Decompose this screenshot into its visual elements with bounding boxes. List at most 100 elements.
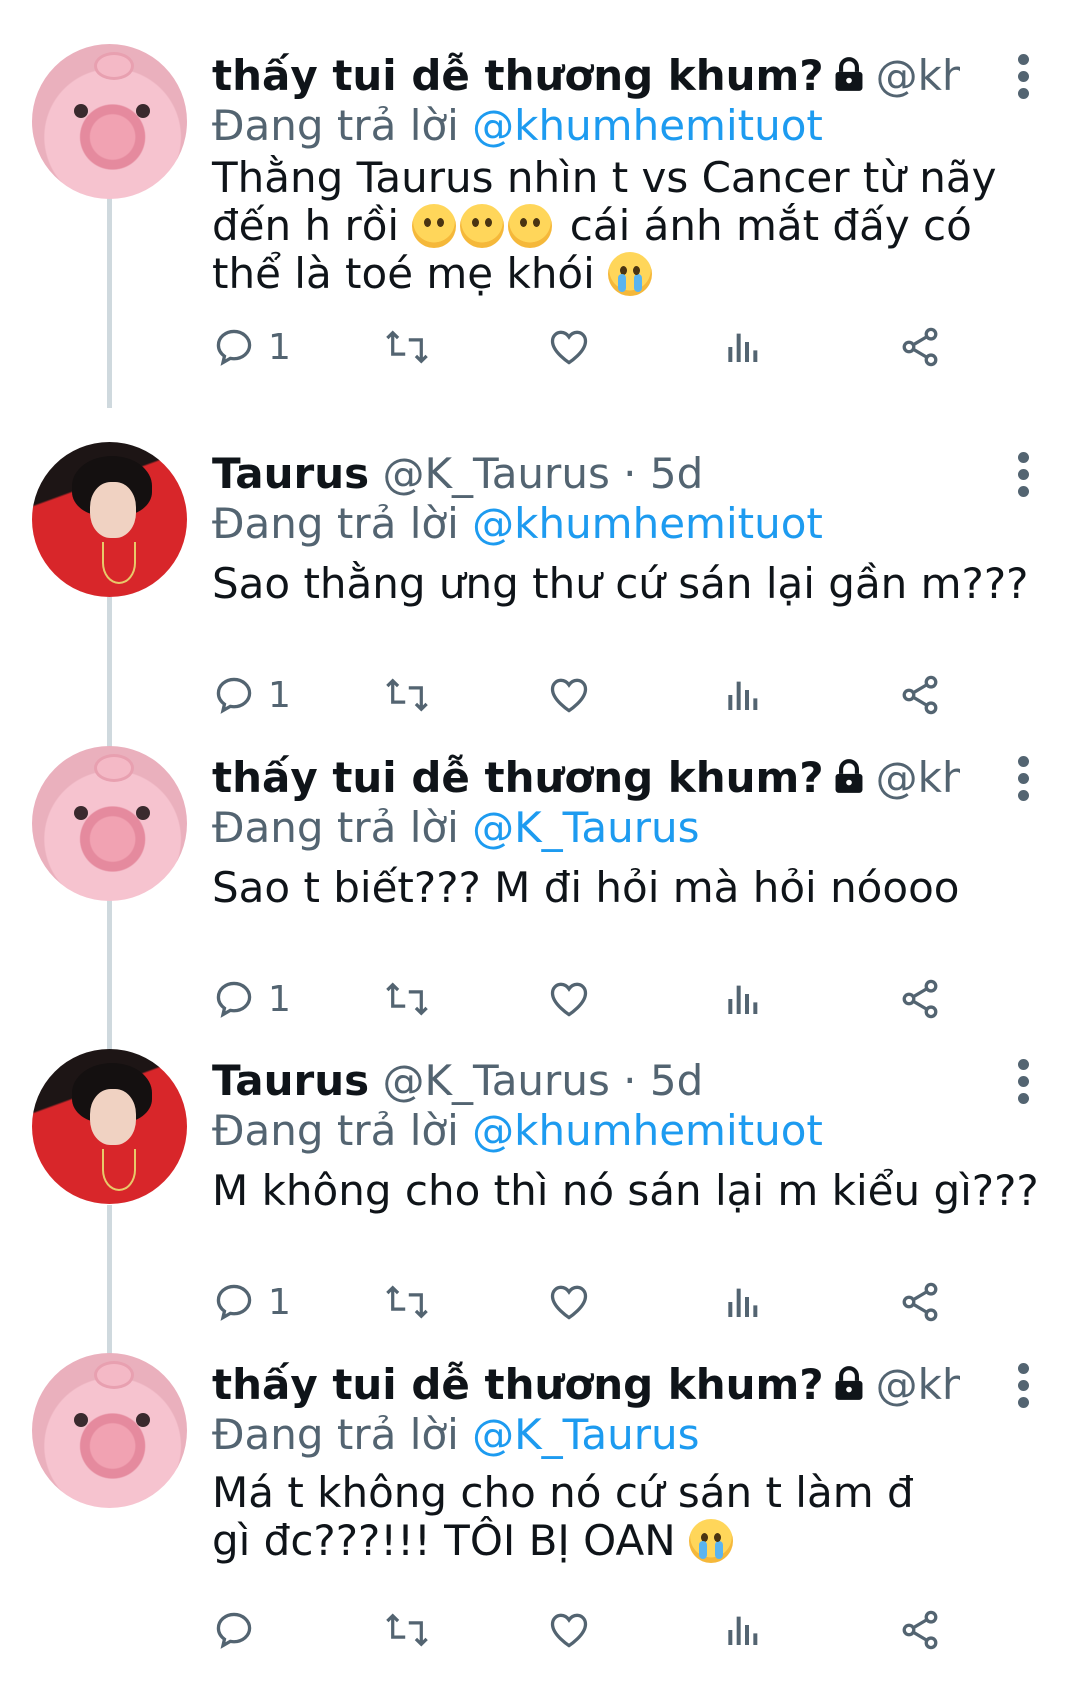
reply-icon — [216, 981, 252, 1018]
display-name[interactable]: Taurus — [212, 449, 369, 498]
handle[interactable]: @khu··· — [876, 51, 960, 100]
display-name[interactable]: Taurus — [212, 1056, 369, 1105]
replying-to: Đang trả lời @khumhemituot — [212, 101, 823, 150]
heart-icon — [550, 330, 588, 365]
tweet-text: Má t không cho nó cứ sán t làm đ gì đc??… — [212, 1468, 914, 1565]
reply-button[interactable]: 1 — [212, 974, 291, 1024]
retweet-icon — [386, 1613, 428, 1647]
share-icon — [902, 1610, 938, 1650]
retweet-icon — [386, 330, 428, 364]
tweet[interactable]: Taurus @K_Taurus · 5d Đang trả lời @khum… — [0, 1049, 1080, 1349]
reply-button[interactable]: 1 — [212, 1277, 291, 1327]
retweet-icon — [386, 678, 428, 712]
heart-icon — [550, 982, 588, 1017]
share-button[interactable] — [898, 322, 942, 372]
mention-link[interactable]: @K_Taurus — [472, 803, 699, 852]
reply-count: 1 — [268, 978, 291, 1020]
retweet-button[interactable] — [382, 322, 432, 372]
tweet-header: thấy tui dễ thương khum? @khu··· — [212, 1359, 960, 1415]
replying-to: Đang trả lời @khumhemituot — [212, 499, 823, 548]
share-button[interactable] — [898, 1277, 942, 1327]
heart-icon — [550, 678, 588, 713]
reply-icon — [216, 677, 252, 714]
views-button[interactable] — [722, 322, 762, 372]
reply-count: 1 — [268, 1281, 291, 1323]
share-icon — [902, 1282, 938, 1322]
views-icon — [728, 333, 758, 362]
views-button[interactable] — [722, 1277, 762, 1327]
more-options-icon[interactable] — [1016, 1059, 1030, 1105]
tweet[interactable]: thấy tui dễ thương khum? @khu··· Đang trả… — [0, 746, 1080, 1046]
lock-icon — [830, 1363, 868, 1415]
retweet-button[interactable] — [382, 974, 432, 1024]
display-name[interactable]: thấy tui dễ thương khum? — [212, 1360, 824, 1409]
views-button[interactable] — [722, 1605, 762, 1655]
tweet-text: Sao t biết??? M đi hỏi mà hỏi nóooo — [212, 863, 960, 912]
tweet-text: Sao thằng ưng thư cứ sán lại gần m??? — [212, 559, 1029, 608]
views-icon — [728, 985, 758, 1014]
more-options-icon[interactable] — [1016, 452, 1030, 498]
crying-face-emoji — [689, 1519, 733, 1563]
handle[interactable]: @K_Taurus · 5d — [382, 1056, 703, 1105]
tweet[interactable]: Taurus @K_Taurus · 5d Đang trả lời @khum… — [0, 442, 1080, 742]
mention-link[interactable]: @K_Taurus — [472, 1410, 699, 1459]
handle[interactable]: @khu··· — [876, 753, 960, 802]
like-button[interactable] — [546, 670, 592, 720]
mention-link[interactable]: @khumhemituot — [472, 1106, 823, 1155]
crying-face-emoji — [608, 252, 653, 296]
tweet-header: Taurus @K_Taurus · 5d — [212, 448, 960, 500]
display-name[interactable]: thấy tui dễ thương khum? — [212, 753, 824, 802]
handle[interactable]: @khu··· — [876, 1360, 960, 1409]
replying-to: Đang trả lời @K_Taurus — [212, 803, 700, 852]
avatar[interactable] — [32, 746, 187, 901]
avatar[interactable] — [32, 44, 187, 199]
handle[interactable]: @K_Taurus · 5d — [382, 449, 703, 498]
views-button[interactable] — [722, 974, 762, 1024]
tweet-header: Taurus @K_Taurus · 5d — [212, 1055, 960, 1107]
more-options-icon[interactable] — [1016, 1363, 1030, 1409]
more-options-icon[interactable] — [1016, 756, 1030, 802]
views-button[interactable] — [722, 670, 762, 720]
retweet-button[interactable] — [382, 670, 432, 720]
avatar[interactable] — [32, 1353, 187, 1508]
mention-link[interactable]: @khumhemituot — [472, 499, 823, 548]
mention-link[interactable]: @khumhemituot — [472, 101, 823, 150]
retweet-icon — [386, 982, 428, 1016]
share-button[interactable] — [898, 1605, 942, 1655]
reply-button[interactable] — [212, 1605, 268, 1655]
action-bar — [212, 1605, 1022, 1655]
reply-button[interactable]: 1 — [212, 322, 291, 372]
anxious-face-emoji — [508, 204, 553, 248]
share-icon — [902, 327, 938, 367]
tweet-text: Thằng Taurus nhìn t vs Cancer từ nãy đến… — [212, 153, 997, 298]
action-bar: 1 — [212, 670, 1022, 720]
reply-icon — [216, 1284, 252, 1321]
views-icon — [728, 1288, 758, 1317]
more-options-icon[interactable] — [1016, 54, 1030, 100]
retweet-button[interactable] — [382, 1605, 432, 1655]
reply-button[interactable]: 1 — [212, 670, 291, 720]
lock-icon — [830, 756, 868, 808]
share-icon — [902, 979, 938, 1019]
retweet-button[interactable] — [382, 1277, 432, 1327]
views-icon — [728, 681, 758, 710]
like-button[interactable] — [546, 1605, 592, 1655]
display-name[interactable]: thấy tui dễ thương khum? — [212, 51, 824, 100]
action-bar: 1 — [212, 1277, 1022, 1327]
lock-icon — [830, 54, 868, 106]
share-button[interactable] — [898, 974, 942, 1024]
avatar[interactable] — [32, 1049, 187, 1204]
replying-to: Đang trả lời @khumhemituot — [212, 1106, 823, 1155]
like-button[interactable] — [546, 1277, 592, 1327]
share-button[interactable] — [898, 670, 942, 720]
anxious-face-emoji — [460, 204, 505, 248]
heart-icon — [550, 1613, 588, 1648]
retweet-icon — [386, 1285, 428, 1319]
like-button[interactable] — [546, 974, 592, 1024]
action-bar: 1 — [212, 322, 1022, 372]
action-bar: 1 — [212, 974, 1022, 1024]
like-button[interactable] — [546, 322, 592, 372]
avatar[interactable] — [32, 442, 187, 597]
tweet[interactable]: thấy tui dễ thương khum? @khu··· Đang trả… — [0, 44, 1080, 424]
tweet[interactable]: thấy tui dễ thương khum? @khu··· Đang trả… — [0, 1353, 1080, 1673]
